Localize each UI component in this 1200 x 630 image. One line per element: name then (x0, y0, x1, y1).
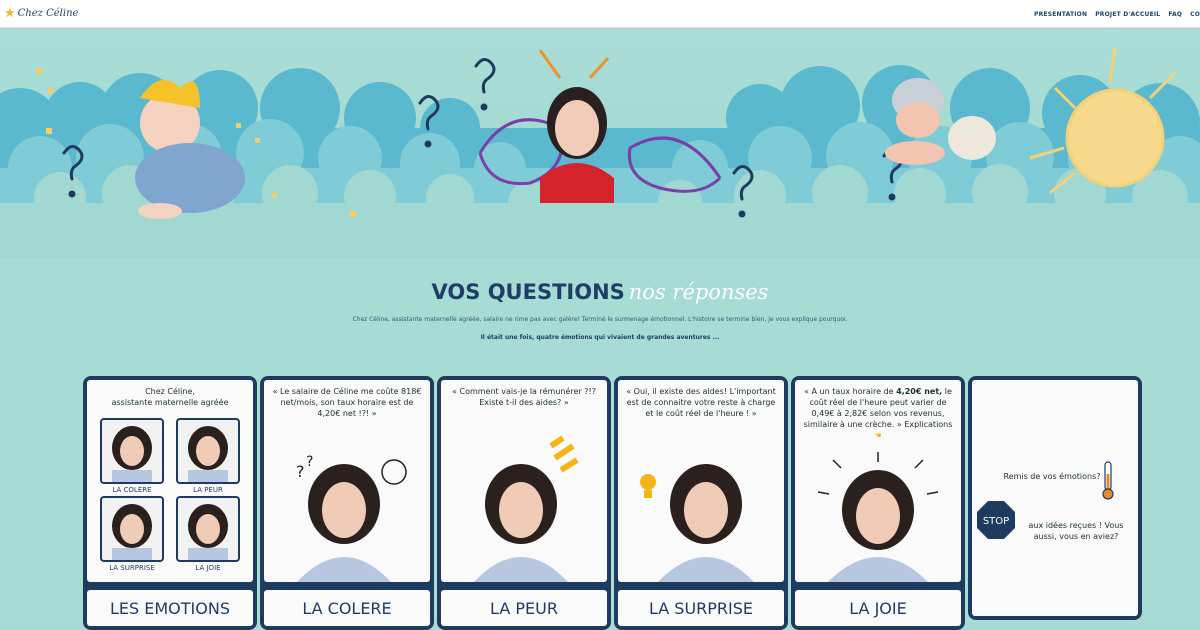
quote-part-a: « A un taux horaire de (804, 387, 897, 396)
card-panel: « A un taux horaire de 4,20€ net, le coû… (795, 380, 961, 582)
nav-item-projet-accueil[interactable]: PROJET D'ACCUEIL (1095, 11, 1160, 18)
card-panel: « Le salaire de Céline me coûte 818€ net… (264, 380, 430, 582)
title-accent: nos réponses (628, 280, 769, 304)
nav-item-presentation[interactable]: PRESENTATION (1034, 11, 1087, 18)
svg-text:?: ? (296, 462, 305, 481)
card-colere[interactable]: « Le salaire de Céline me coûte 818€ net… (260, 376, 434, 630)
card-surprise[interactable]: « Oui, il existe des aides! L'important … (614, 376, 788, 630)
card-title[interactable]: LES EMOTIONS (87, 590, 253, 626)
nav-item-contact[interactable]: CO (1190, 11, 1200, 18)
card-emotions[interactable]: Chez Céline, assistante maternelle agréé… (83, 376, 257, 630)
joie-portrait (817, 452, 939, 582)
portrait-thumb (176, 496, 240, 562)
page-title: VOS QUESTIONS nos réponses (0, 280, 1200, 304)
emotion-thumb-colere[interactable]: LA COLERE (99, 418, 165, 494)
emotion-thumb-surprise[interactable]: LA SURPRISE (99, 496, 165, 572)
nav-item-faq[interactable]: FAQ (1168, 11, 1182, 18)
top-bar: ★ Chez Céline PRESENTATION PROJET D'ACCU… (0, 0, 1200, 28)
card-title[interactable]: LA PEUR (441, 590, 607, 626)
lightbulb-icon (640, 474, 656, 498)
stop-sign-icon: STOP (977, 501, 1015, 539)
portrait-thumb (100, 496, 164, 562)
emotion-thumb-joie[interactable]: LA JOIE (175, 496, 241, 572)
emotion-cards: Chez Céline, assistante maternelle agréé… (83, 376, 1143, 630)
card-title[interactable]: LA JOIE (795, 590, 961, 626)
pointing-hand-icon: ☚ (874, 431, 882, 440)
title-main: VOS QUESTIONS (431, 280, 625, 304)
card-peur[interactable]: « Comment vais-je la rémunérer ?!? Exist… (437, 376, 611, 630)
card-quote: « Oui, il existe des aides! L'important … (626, 387, 776, 418)
quote-bold: 4,20€ net, (896, 387, 943, 396)
emotion-grid: LA COLERE LA PEUR LA SURPRISE LA JOIE (99, 418, 241, 572)
emotion-label: LA JOIE (195, 564, 221, 572)
card-remis[interactable]: Remis de vos émotions? STOP aux idées re… (968, 376, 1142, 620)
stop-text: aux idées reçues ! Vous aussi, vous en a… (1028, 521, 1124, 541)
portrait-thumb (176, 418, 240, 484)
main-nav: PRESENTATION PROJET D'ACCUEIL FAQ CO (1034, 0, 1200, 28)
emotion-label: LA COLERE (112, 486, 152, 494)
emotion-thumb-peur[interactable]: LA PEUR (175, 418, 241, 494)
hero-banner (0, 28, 1200, 258)
hero-illustration (0, 47, 1200, 258)
quote-line-1: Chez Céline, (145, 387, 195, 396)
tagline: Il était une fois, quatre émotions qui v… (480, 334, 720, 341)
colere-portrait: ? ? (296, 454, 407, 582)
card-panel: « Comment vais-je la rémunérer ?!? Exist… (441, 380, 607, 582)
logo-text: Chez Céline (17, 8, 79, 19)
card-quote: « Comment vais-je la rémunérer ?!? Exist… (452, 387, 596, 407)
card-panel: « Oui, il existe des aides! L'important … (618, 380, 784, 582)
surprise-portrait (640, 464, 754, 582)
intro-text: Chez Céline, assistante maternelle agréé… (352, 316, 848, 323)
card-quote: Chez Céline, assistante maternelle agréé… (91, 386, 249, 408)
card-title[interactable]: LA COLERE (264, 590, 430, 626)
thermometer-icon (1102, 461, 1114, 500)
card-title[interactable]: LA SURPRISE (618, 590, 784, 626)
star-icon: ★ (4, 6, 16, 21)
emotion-label: LA SURPRISE (109, 564, 155, 572)
explications-link[interactable]: Explications (904, 420, 952, 429)
peur-portrait (474, 435, 579, 582)
card-panel: Chez Céline, assistante maternelle agréé… (87, 380, 253, 582)
portrait-thumb (100, 418, 164, 484)
stop-label: STOP (983, 516, 1009, 527)
mood-question: Remis de vos émotions? (1003, 472, 1101, 481)
card-joie[interactable]: « A un taux horaire de 4,20€ net, le coû… (791, 376, 965, 630)
card-quote: « A un taux horaire de 4,20€ net, le coû… (799, 386, 957, 441)
svg-text:?: ? (306, 454, 313, 470)
emotion-label: LA PEUR (193, 486, 223, 494)
logo[interactable]: ★ Chez Céline (4, 7, 78, 20)
card-panel: Remis de vos émotions? STOP aux idées re… (972, 380, 1138, 616)
quote-line-2: assistante maternelle agréée (111, 398, 229, 407)
card-quote: « Le salaire de Céline me coûte 818€ net… (272, 387, 422, 418)
